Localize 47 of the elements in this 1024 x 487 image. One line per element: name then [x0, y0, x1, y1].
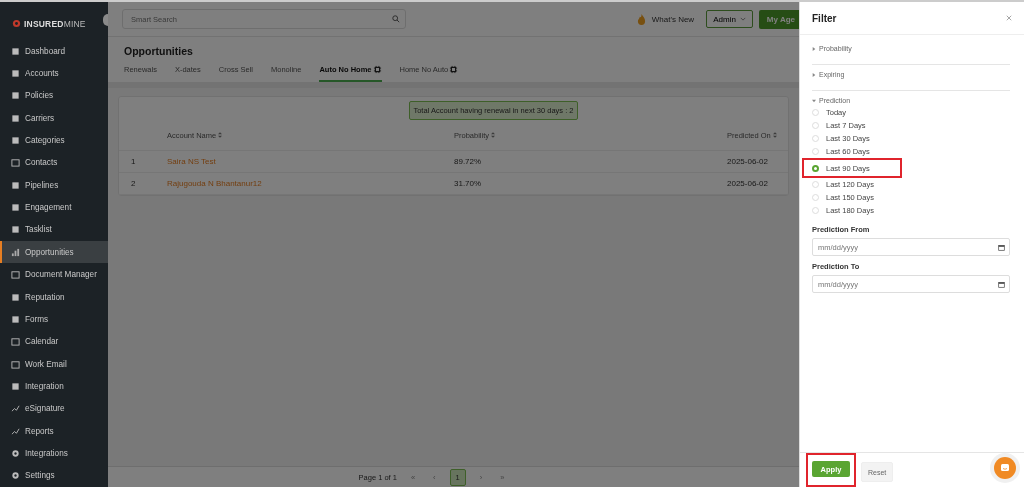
sidebar-item[interactable]: Opportunities [0, 241, 108, 264]
logo-gear-icon [12, 19, 21, 29]
radio-button[interactable] [812, 164, 819, 172]
chat-icon [1000, 463, 1010, 473]
logo-text: INSUREDMINE [24, 18, 86, 29]
close-icon[interactable] [1006, 15, 1012, 21]
caret-icon [812, 46, 816, 51]
sidebar-item[interactable]: Settings [0, 464, 108, 487]
role-dropdown[interactable]: Admin [706, 10, 753, 28]
search-icon[interactable] [392, 15, 400, 23]
sidebar-item[interactable]: Calendar [0, 330, 108, 353]
sidebar-item[interactable]: Categories [0, 129, 108, 152]
table-cell-text: 2025-06-02 [727, 179, 769, 188]
page-title: Opportunities [124, 45, 194, 57]
table-cell-text: 31.70% [454, 179, 483, 188]
sidebar-item[interactable]: Work Email [0, 352, 108, 376]
caret-icon [812, 72, 816, 77]
sort-icon[interactable] [772, 131, 777, 138]
line-chart-icon [11, 426, 20, 436]
sidebar-item[interactable]: Integration [0, 375, 108, 398]
sidebar-item[interactable]: Engagement [0, 196, 108, 219]
sidebar-item[interactable]: Policies [0, 84, 108, 107]
sidebar-item[interactable]: Accounts [0, 62, 108, 85]
sort-icon[interactable] [491, 131, 496, 138]
sidebar-item[interactable]: Integrations [0, 442, 108, 465]
chat-button[interactable] [994, 457, 1016, 479]
sidebar-item[interactable]: eSignature [0, 397, 108, 420]
bar-chart-icon [11, 247, 20, 257]
sidebar-item[interactable]: Reputation [0, 285, 108, 309]
sort-icon[interactable] [218, 131, 223, 138]
sidebar-item[interactable]: Dashboard [0, 39, 108, 63]
table-cell-text: 89.72% [454, 157, 483, 166]
table-cell-text: 2025-06-02 [727, 157, 769, 166]
panel-title: Filter [812, 12, 837, 24]
sidebar-item[interactable]: Carriers [0, 106, 108, 130]
row-number: 2 [130, 179, 137, 188]
row-number: 1 [130, 157, 137, 166]
sidebar-item[interactable]: Reports [0, 420, 108, 443]
whats-new-link[interactable]: What's New [651, 14, 695, 24]
flame-icon [636, 13, 646, 25]
sidebar-item[interactable]: Forms [0, 308, 108, 331]
sidebar-item[interactable]: Pipelines [0, 174, 108, 197]
sidebar-item[interactable]: Tasklist [0, 218, 108, 242]
gear-icon [11, 471, 20, 481]
sidebar-item[interactable]: Document Manager [0, 263, 108, 286]
sidebar-item[interactable]: Contacts [0, 151, 108, 175]
caret-icon [739, 17, 746, 21]
